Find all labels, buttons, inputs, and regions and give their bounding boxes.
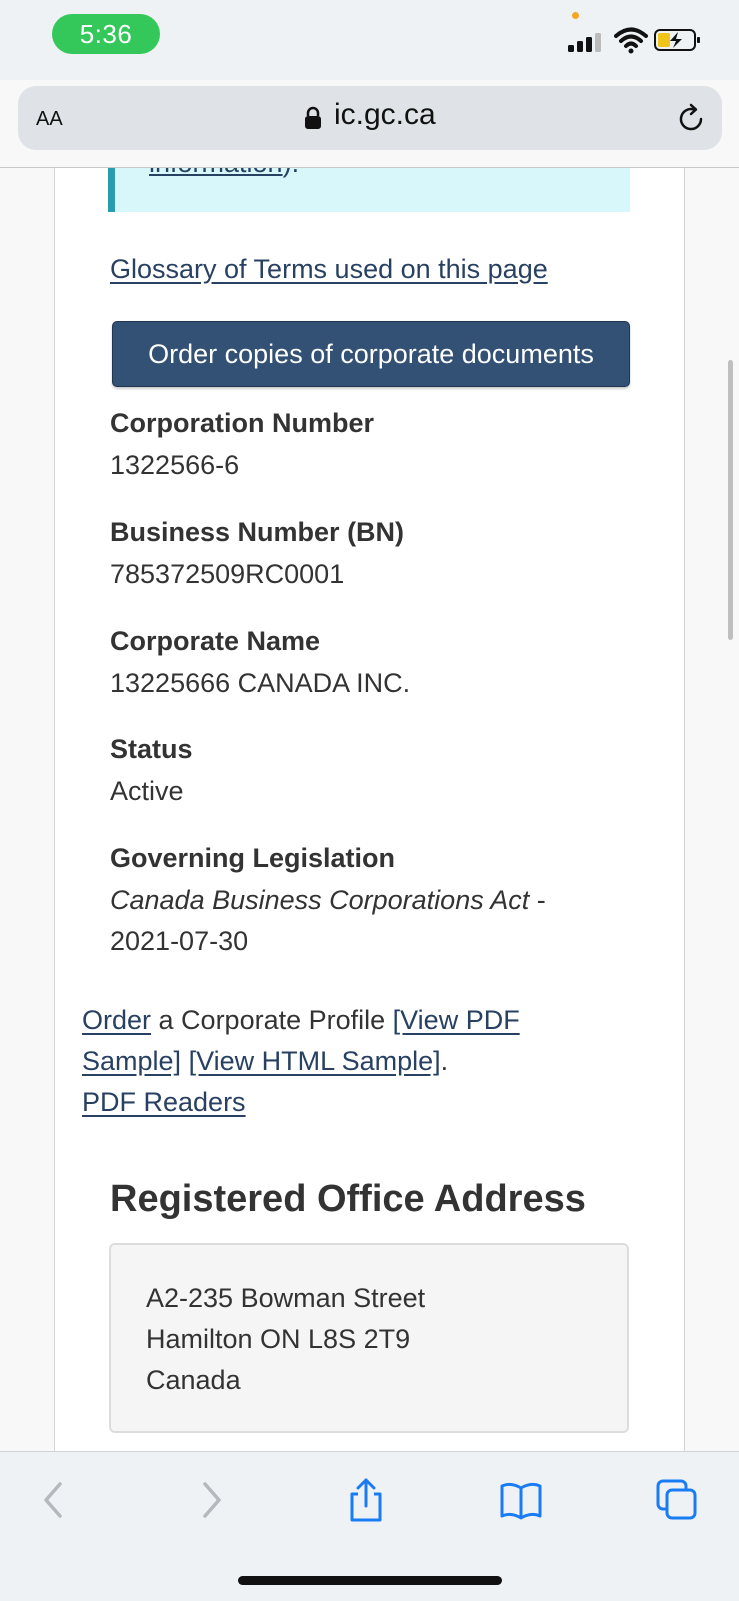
signal-icon [568,33,601,52]
wifi-icon [614,27,648,54]
bookmarks-icon[interactable] [499,1478,543,1522]
tabs-icon[interactable] [655,1478,699,1522]
business-number-value: 785372509RC0001 [110,559,345,589]
corporate-name-value: 13225666 CANADA INC. [110,668,411,698]
page-content: information). Glossary of Terms used on … [0,168,739,1451]
scrollbar-thumb[interactable] [728,360,733,640]
info-notice-text: information). [149,168,299,179]
text-size-button[interactable]: AA [36,100,63,132]
status-label: Status [110,734,193,764]
home-indicator[interactable] [238,1576,502,1585]
battery-charging-icon [654,29,700,51]
governing-legislation-label: Governing Legislation [110,843,396,873]
info-notice-box: information). [108,168,630,212]
corporation-number-label: Corporation Number [110,408,375,438]
back-icon[interactable] [32,1478,76,1522]
info-suffix: ). [283,168,300,178]
url-text[interactable]: ic.gc.ca [334,98,436,132]
address-line-country: Canada [146,1365,241,1395]
profile-text: a Corporate Profile [151,1005,393,1035]
privacy-indicator-dot [572,12,579,19]
corporation-number-value: 1322566-6 [110,450,240,480]
business-number-label: Business Number (BN) [110,517,405,547]
corporate-name-label: Corporate Name [110,626,321,656]
status-value: Active [110,776,184,806]
legislation-dash: - [529,885,546,915]
lock-icon [305,106,321,129]
share-icon[interactable] [344,1478,388,1522]
forward-icon[interactable] [189,1478,233,1522]
address-line-street: A2-235 Bowman Street [146,1283,426,1313]
address-bar[interactable]: AA ic.gc.ca [18,86,722,150]
information-link[interactable]: information [149,168,283,178]
text-size-label: AA [36,108,63,130]
status-time: 5:36 [52,14,160,54]
view-pdf-sample-link-cont[interactable]: Sample] [82,1046,181,1076]
view-html-sample-link[interactable]: [View HTML Sample] [189,1046,441,1076]
legislation-name: Canada Business Corporations Act [110,885,530,915]
status-bar: 5:36 [0,0,739,80]
view-pdf-sample-link[interactable]: [View PDF [393,1005,520,1035]
legislation-date: 2021-07-30 [110,926,249,956]
glossary-link[interactable]: Glossary of Terms used on this page [110,254,548,285]
reload-icon[interactable] [674,102,708,136]
order-profile-link[interactable]: Order [82,1005,151,1035]
registered-office-heading: Registered Office Address [110,1178,586,1220]
corporate-profile-block: Order a Corporate Profile [View PDF Samp… [82,1000,642,1123]
pdf-readers-link[interactable]: PDF Readers [82,1087,246,1117]
governing-legislation-value: Canada Business Corporations Act - [110,885,546,916]
profile-period: . [440,1046,449,1076]
address-line-city: Hamilton ON L8S 2T9 [146,1324,411,1354]
registered-office-address-box: A2-235 Bowman Street Hamilton ON L8S 2T9… [109,1243,629,1433]
order-documents-button[interactable]: Order copies of corporate documents [112,321,630,387]
